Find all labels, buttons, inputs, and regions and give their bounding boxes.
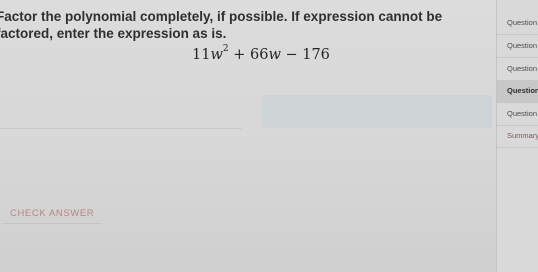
sidebar-item-question-1[interactable]: Question xyxy=(497,12,538,34)
check-answer-button[interactable]: CHECK ANSWER xyxy=(10,208,94,219)
sidebar-item-question-5[interactable]: Question xyxy=(497,103,538,125)
answer-divider xyxy=(0,128,242,129)
operator-plus: + xyxy=(228,46,250,63)
sidebar-item-label: Question xyxy=(507,18,538,27)
question-sidebar: Question Question Question Question Ques… xyxy=(496,0,538,272)
coefficient-1: 11 xyxy=(192,46,211,63)
answer-input[interactable] xyxy=(262,95,492,128)
sidebar-item-summary[interactable]: Summary xyxy=(497,125,538,147)
sidebar-item-label: Question xyxy=(507,41,538,50)
exponent-1: 2 xyxy=(222,44,229,54)
constant-term: 176 xyxy=(302,46,330,63)
question-panel: Factor the polynomial completely, if pos… xyxy=(0,0,492,272)
coefficient-2: 66 xyxy=(249,46,269,63)
check-answer-underline xyxy=(2,223,102,224)
sidebar-item-label: Question xyxy=(507,109,538,118)
sidebar-item-label: Summary xyxy=(507,131,538,140)
sidebar-item-question-2[interactable]: Question xyxy=(497,35,538,57)
sidebar-item-label: Question xyxy=(507,64,538,73)
sidebar-item-label: Question xyxy=(507,86,538,95)
question-instructions: Factor the polynomial completely, if pos… xyxy=(0,9,443,41)
variable-1: w xyxy=(210,46,223,63)
polynomial-expression: 11w2 + 66w − 176 xyxy=(192,44,330,63)
sidebar-divider xyxy=(497,147,538,148)
operator-minus: − xyxy=(280,46,303,63)
sidebar-item-question-3[interactable]: Question xyxy=(497,58,538,80)
variable-2: w xyxy=(268,46,281,63)
sidebar-item-question-4[interactable]: Question xyxy=(497,80,538,102)
